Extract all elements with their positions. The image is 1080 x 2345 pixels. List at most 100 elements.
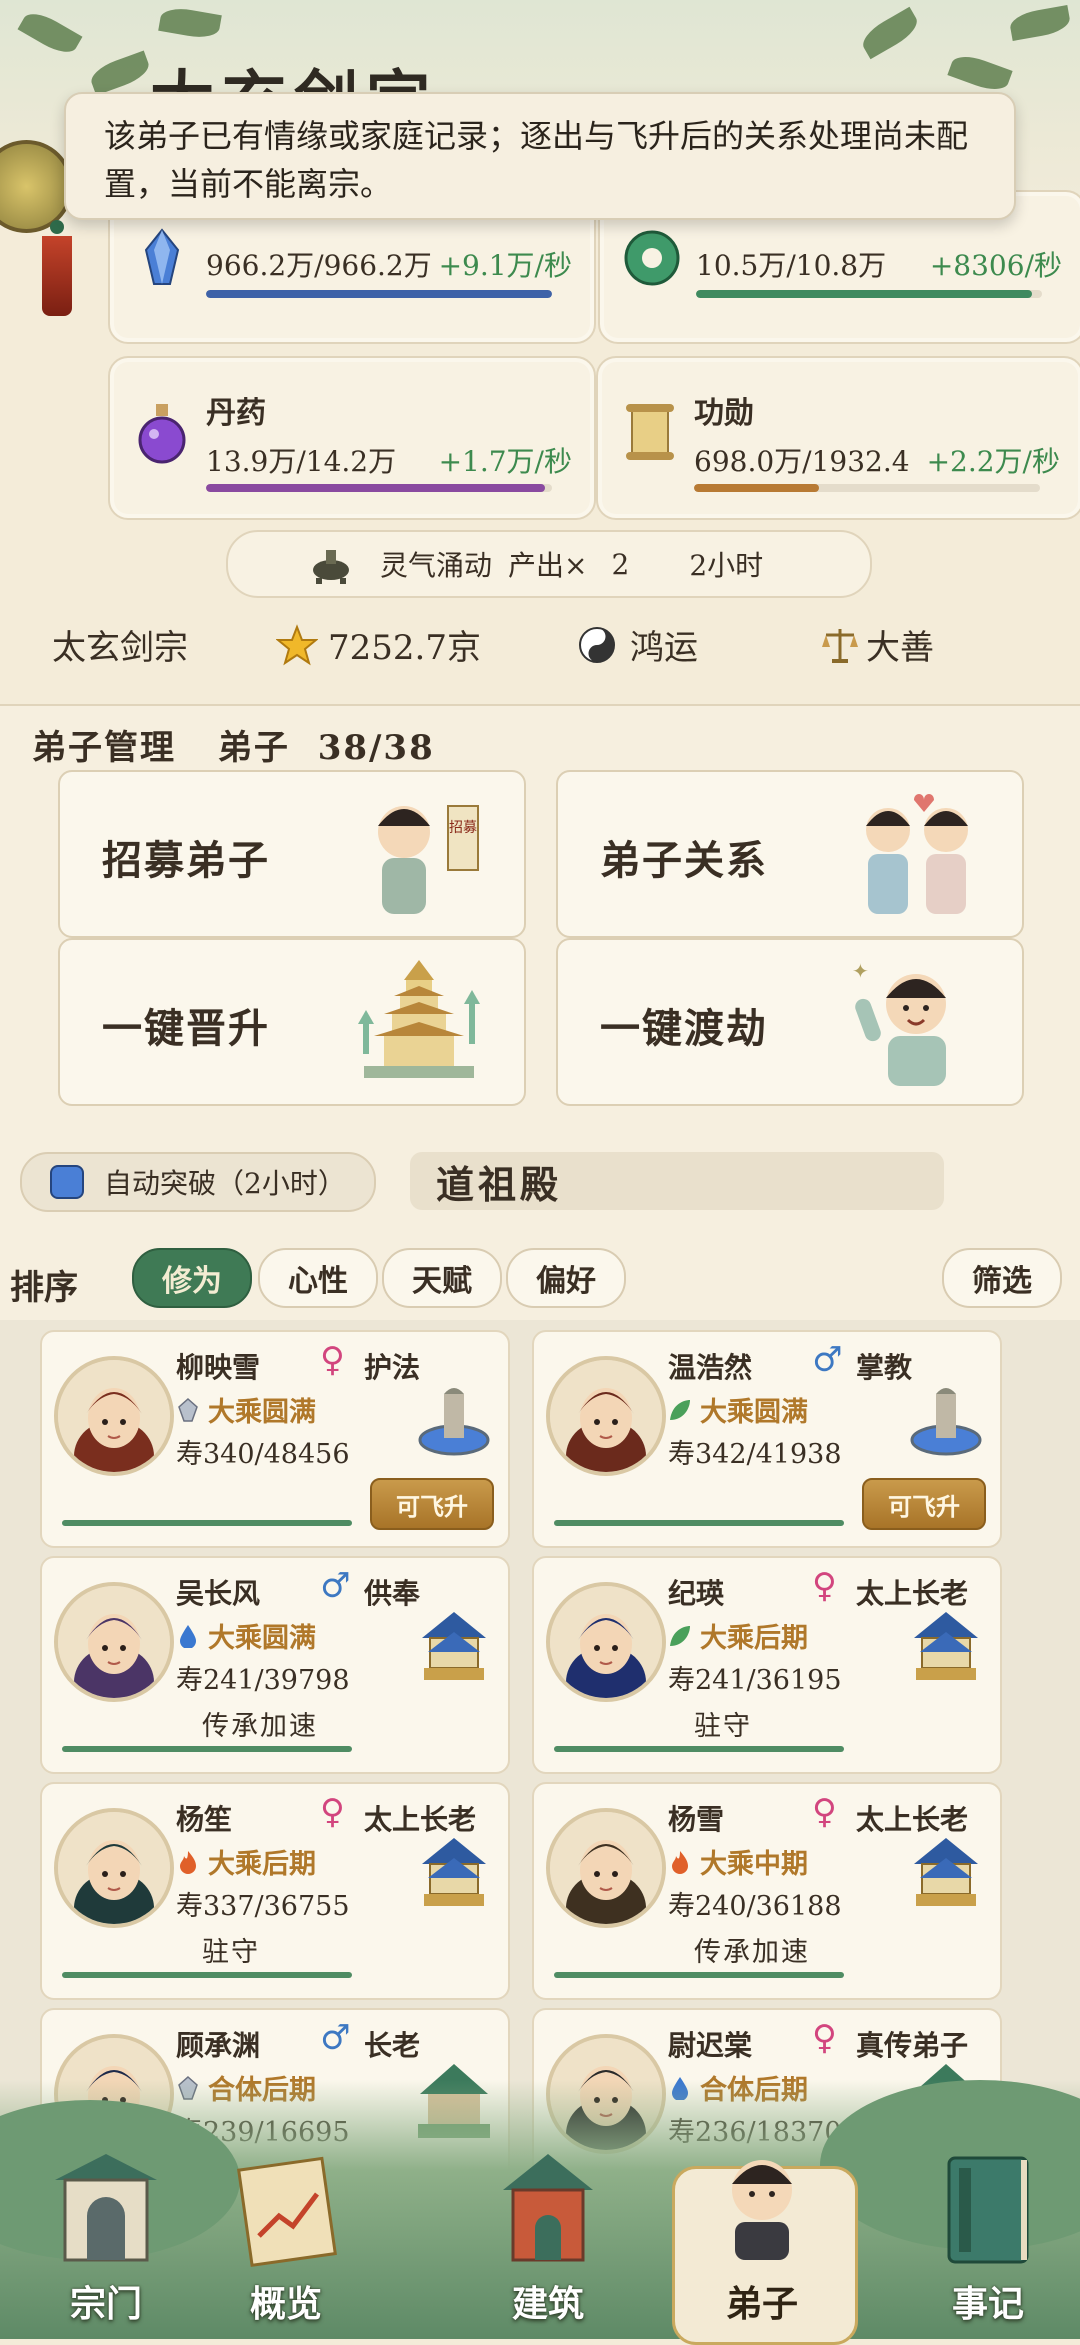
nav-sect[interactable]: 宗门 — [16, 2150, 196, 2339]
recruit-scholar-icon: 招募 — [378, 805, 479, 914]
gender-icon: ♀ — [812, 1792, 837, 1832]
promote-all-button[interactable]: 一键晋升 — [58, 938, 526, 1106]
pavilion-icon — [914, 1612, 978, 1680]
svg-text:✦: ✦ — [852, 959, 869, 983]
sort-chip-talent[interactable]: 天赋 — [382, 1248, 502, 1308]
disciple-progress-bar — [554, 1972, 844, 1978]
disciple-lifespan: 寿342/41938 — [668, 1439, 842, 1470]
disciple-realm: 大乘圆满 — [176, 1616, 316, 1655]
fire-icon — [672, 1850, 688, 1874]
resource-bar — [206, 484, 552, 492]
disciple-card[interactable]: 温浩然 ♂ 掌教 大乘圆满 寿342/41938 可飞升 — [532, 1330, 1002, 1548]
pavilion-icon — [914, 1838, 978, 1906]
disciple-card[interactable]: 杨笙 ♀ 太上长老 大乘后期 寿337/36755 驻守 — [40, 1782, 510, 2000]
disciple-name: 吴长风 — [176, 1577, 261, 1610]
gender-icon: ♀ — [320, 1340, 345, 1380]
disciple-realm: 大乘中期 — [668, 1842, 808, 1881]
pavilion-icon — [422, 1838, 486, 1906]
disciple-realm: 大乘圆满 — [668, 1390, 808, 1429]
ascend-button[interactable]: 可飞升 — [370, 1478, 494, 1530]
buff-output: 产出× — [508, 549, 588, 582]
ascend-button[interactable]: 可飞升 — [862, 1478, 986, 1530]
morality-value: 大善 — [866, 628, 934, 668]
nav-overview[interactable]: 概览 — [196, 2150, 376, 2339]
nav-buildings[interactable]: 建筑 — [458, 2150, 638, 2339]
prestige-value: 7252.7京 — [328, 628, 481, 668]
sort-bar: 排序 修为 心性 天赋 偏好 筛选 — [0, 1246, 1080, 1318]
sort-chip-temperament[interactable]: 心性 — [258, 1248, 378, 1308]
disciple-realm: 大乘圆满 — [176, 1390, 316, 1429]
disciple-lifespan: 寿337/36755 — [176, 1891, 350, 1922]
fountain-icon — [910, 1388, 982, 1456]
disciple-task: 驻守 — [202, 1937, 260, 1968]
nav-disciples[interactable]: 弟子 — [672, 2150, 858, 2345]
gender-icon: ♀ — [812, 2018, 837, 2058]
disciple-rank: 太上长老 — [856, 1577, 969, 1610]
potion-icon — [138, 404, 186, 464]
disciple-rank: 太上长老 — [364, 1803, 477, 1836]
disciple-avatar — [54, 1356, 174, 1476]
recruit-banner-text: 招募 — [449, 820, 477, 836]
pavilion-icon — [422, 1612, 486, 1680]
water-drop-icon — [180, 1624, 196, 1648]
disciple-card[interactable]: 纪瑛 ♀ 太上长老 大乘后期 寿241/36195 驻守 — [532, 1556, 1002, 1774]
scales-icon — [822, 628, 858, 663]
buff-multiplier: 2 — [611, 547, 630, 581]
resource-bar — [694, 484, 1040, 492]
chart-scroll-icon — [237, 2156, 337, 2267]
disciple-card[interactable]: 柳映雪 ♀ 护法 大乘圆满 寿340/48456 可飞升 — [40, 1330, 510, 1548]
sect-info-row: 太玄剑宗 7252.7京 鸿运 大善 — [0, 610, 1080, 676]
gender-icon: ♂ — [812, 1340, 843, 1380]
sort-chip-preference[interactable]: 偏好 — [506, 1248, 626, 1308]
pagoda-icon — [358, 960, 480, 1078]
disciple-avatar — [54, 1582, 174, 1702]
gate-icon — [55, 2154, 157, 2262]
hall-selector[interactable]: 道祖殿 — [410, 1152, 944, 1210]
disciple-lifespan: 寿241/36195 — [668, 1665, 842, 1696]
auto-breakthrough-toggle[interactable]: 自动突破（2小时） — [20, 1152, 376, 1212]
disciple-card[interactable]: 杨雪 ♀ 太上长老 大乘中期 寿240/36188 传承加速 — [532, 1782, 1002, 2000]
cheering-disciple-icon: ✦ — [852, 959, 946, 1086]
disciple-avatar — [546, 1808, 666, 1928]
resource-bar — [206, 290, 552, 298]
resource-card-merit[interactable]: 功勋 698.0万/1932.4 +2.2万/秒 — [596, 356, 1080, 520]
sort-chip-cultivation[interactable]: 修为 — [132, 1248, 252, 1308]
buff-status[interactable]: 灵气涌动 产出× 2 2小时 — [226, 530, 872, 598]
disciple-card[interactable]: 吴长风 ♂ 供奉 大乘圆满 寿241/39798 传承加速 — [40, 1556, 510, 1774]
disciple-lifespan: 寿241/39798 — [176, 1665, 350, 1696]
disciple-task: 传承加速 — [694, 1937, 810, 1968]
prestige: 7252.7京 — [276, 620, 481, 669]
gender-icon: ♂ — [320, 2018, 351, 2058]
disciple-name: 顾承渊 — [176, 2029, 261, 2062]
fortune: 鸿运 — [578, 620, 698, 669]
resource-name: 丹药 — [206, 396, 266, 431]
sort-label: 排序 — [10, 1268, 78, 1308]
auto-breakthrough-label: 自动突破（2小时） — [104, 1167, 346, 1200]
disciple-rank: 供奉 — [364, 1577, 421, 1610]
resource-rate: +9.1万/秒 — [438, 249, 572, 282]
disciple-rank: 太上长老 — [856, 1803, 969, 1836]
resource-amount: 13.9万/14.2万 — [206, 445, 397, 478]
buff-duration: 2小时 — [689, 549, 764, 582]
disciple-name: 柳映雪 — [176, 1351, 261, 1384]
relations-button[interactable]: 弟子关系 — [556, 770, 1024, 938]
tassel-decoration — [42, 220, 72, 330]
filter-button[interactable]: 筛选 — [942, 1248, 1062, 1308]
disciple-progress-bar — [62, 1746, 352, 1752]
disciple-task: 传承加速 — [202, 1711, 318, 1742]
sect-name: 太玄剑宗 — [52, 628, 188, 668]
disciple-realm: 大乘后期 — [176, 1842, 316, 1881]
building-icon — [503, 2154, 593, 2262]
toast-message: 该弟子已有情缘或家庭记录；逐出与飞升后的关系处理尚未配置，当前不能离宗。 — [64, 92, 1016, 220]
tribulation-all-button[interactable]: 一键渡劫 ✦ — [556, 938, 1024, 1106]
fountain-icon — [418, 1388, 490, 1456]
nav-records[interactable]: 事记 — [898, 2150, 1078, 2339]
resource-rate: +2.2万/秒 — [926, 445, 1060, 478]
disciple-rank: 护法 — [364, 1351, 421, 1384]
disciple-avatar — [54, 1808, 174, 1928]
resource-card-pills[interactable]: 丹药 13.9万/14.2万 +1.7万/秒 — [108, 356, 596, 520]
disciple-name: 杨笙 — [176, 1803, 233, 1836]
resource-amount: 698.0万/1932.4 — [694, 445, 910, 478]
disciple-avatar — [546, 1356, 666, 1476]
recruit-button[interactable]: 招募弟子 招募 — [58, 770, 526, 938]
